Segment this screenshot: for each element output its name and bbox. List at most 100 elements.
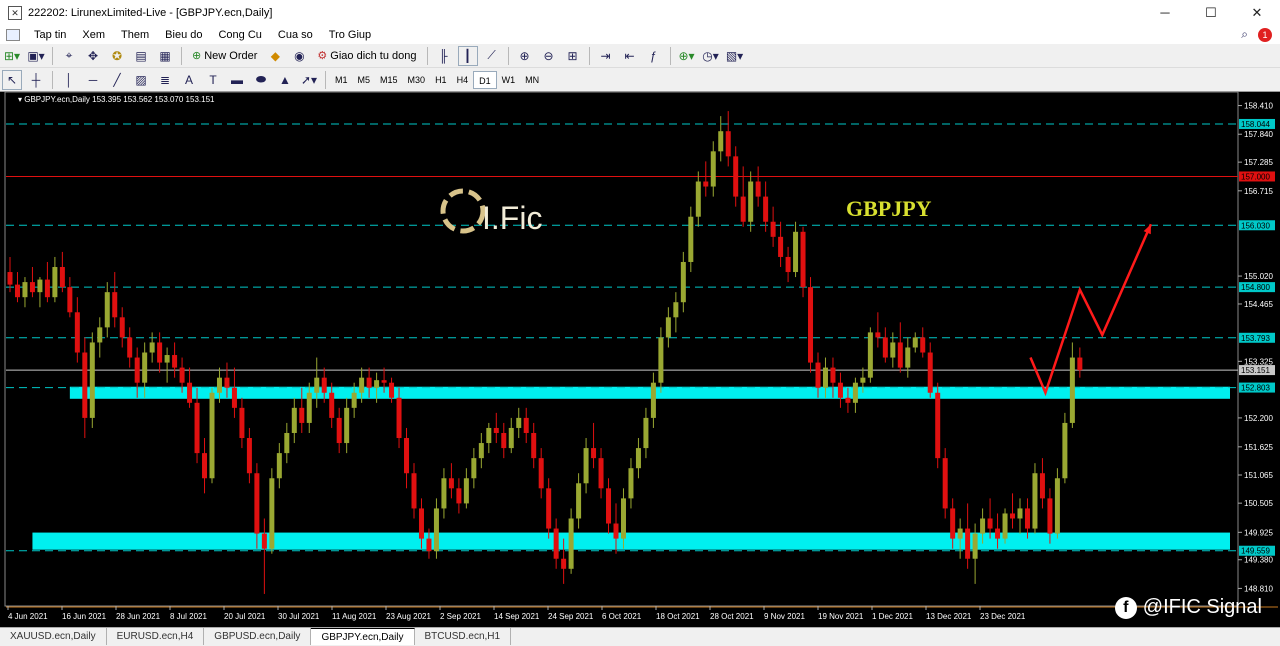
tab-gbpusd[interactable]: GBPUSD.ecn,Daily [204, 628, 312, 645]
candle-body [606, 488, 612, 524]
bar-chart-icon[interactable]: ╟ [434, 46, 454, 66]
price-tick-label: 151.625 [1244, 443, 1273, 452]
menu-insert[interactable]: Them [113, 29, 157, 41]
date-tick-label: 2 Sep 2021 [440, 612, 481, 621]
candle-body [284, 432, 290, 454]
candle-body [523, 417, 529, 433]
maximize-icon[interactable]: ☐ [1188, 0, 1234, 26]
candle-body [389, 382, 395, 398]
cursor-icon[interactable]: ↖ [2, 69, 22, 90]
menu-help[interactable]: Tro Giup [321, 29, 379, 41]
strategy-tester-icon[interactable]: ▦ [155, 46, 175, 66]
chart-shift-icon[interactable]: ⇤ [620, 46, 640, 66]
menu-view[interactable]: Xem [74, 29, 113, 41]
candle-body [650, 382, 656, 418]
rectangle-icon[interactable]: ▬ [227, 70, 247, 90]
zoom-out-icon[interactable]: ⊖ [539, 46, 559, 66]
candle-body [52, 267, 58, 298]
data-window-icon[interactable]: ✥ [83, 46, 103, 66]
candle-body [822, 367, 828, 388]
templates-icon[interactable]: ▧▾ [725, 46, 745, 66]
candle-body [927, 352, 933, 393]
menu-charts[interactable]: Bieu do [157, 29, 210, 41]
minimize-icon[interactable]: ─ [1142, 0, 1188, 26]
price-tick-label: 151.065 [1244, 471, 1273, 480]
timeframe-h1[interactable]: H1 [430, 71, 452, 89]
candle-body [157, 342, 163, 363]
notification-badge[interactable]: 1 [1258, 27, 1272, 42]
candle-body [643, 417, 649, 449]
signals-icon[interactable]: ◉ [289, 46, 309, 66]
new-chart-icon[interactable]: ⊞▾ [2, 46, 22, 66]
toolbar-separator [426, 46, 428, 65]
chart-window-icon[interactable] [6, 29, 20, 41]
candle-body [37, 279, 43, 293]
candle-body [59, 267, 65, 288]
timeframe-mn[interactable]: MN [520, 71, 544, 89]
toolbar-separator [52, 70, 53, 89]
zoom-in-icon[interactable]: ⊕ [515, 46, 535, 66]
periods-icon[interactable]: ◷▾ [701, 46, 721, 66]
ific-logo: I.Fic [440, 188, 542, 236]
price-level-label: 153.793 [1241, 334, 1270, 343]
chart-window[interactable]: 158.044 157.000 156.030 154.800 153.793 153.1… [0, 91, 1280, 627]
channel-icon[interactable]: ▨ [131, 70, 151, 90]
tab-gbpjpy[interactable]: GBPJPY.ecn,Daily [311, 628, 415, 645]
metaeditor-icon[interactable]: ◆ [265, 46, 285, 66]
market-watch-icon[interactable]: ⌖ [59, 46, 79, 66]
candle-body [1054, 478, 1060, 534]
auto-scroll-icon[interactable]: ⇥ [596, 46, 616, 66]
tile-windows-icon[interactable]: ⊞ [563, 46, 583, 66]
search-icon[interactable]: ⌕ [1241, 27, 1248, 42]
tab-xauusd[interactable]: XAUUSD.ecn,Daily [0, 628, 107, 645]
date-tick-label: 28 Jun 2021 [116, 612, 161, 621]
timeframe-m1[interactable]: M1 [330, 71, 353, 89]
fibonacci-icon[interactable]: ≣ [155, 70, 175, 90]
text-icon[interactable]: A [179, 70, 199, 90]
navigator-icon[interactable]: ✪ [107, 46, 127, 66]
price-tick-label: 158.410 [1244, 102, 1273, 111]
candle-body [202, 453, 208, 479]
menu-tools[interactable]: Cong Cu [210, 29, 269, 41]
add-indicator-icon[interactable]: ⊕▾ [677, 46, 697, 66]
indicators-icon[interactable]: ƒ [644, 46, 664, 66]
auto-trading-button[interactable]: ⚙ Giao dich tu dong [313, 46, 420, 66]
candle-body [493, 427, 499, 433]
arrows-icon[interactable]: ➚▾ [299, 70, 319, 90]
text-label-icon[interactable]: T [203, 70, 223, 90]
candle-body [463, 478, 469, 504]
timeframe-m5[interactable]: M5 [353, 71, 376, 89]
price-chart[interactable]: 158.044 157.000 156.030 154.800 153.793 153.1… [0, 92, 1280, 628]
facebook-icon: f [1114, 596, 1137, 619]
tab-btcusd[interactable]: BTCUSD.ecn,H1 [415, 628, 512, 645]
ellipse-icon[interactable]: ⬬ [251, 70, 271, 90]
triangle-icon[interactable]: ▲ [275, 70, 295, 90]
menu-file[interactable]: Tap tin [26, 29, 74, 41]
menu-window[interactable]: Cua so [270, 29, 321, 41]
candle-body [635, 448, 641, 469]
close-icon[interactable]: ✕ [1234, 0, 1280, 26]
horizontal-line-icon[interactable]: ─ [83, 70, 103, 90]
timeframe-d1[interactable]: D1 [473, 70, 497, 89]
profiles-icon[interactable]: ▣▾ [26, 46, 46, 66]
new-order-button[interactable]: ⊕ New Order [188, 46, 261, 66]
terminal-icon[interactable]: ▤ [131, 46, 151, 66]
crosshair-icon[interactable]: ┼ [26, 70, 46, 90]
candle-body [478, 443, 484, 459]
candle-body [680, 261, 686, 303]
price-tick-label: 155.020 [1244, 272, 1273, 281]
tab-eurusd[interactable]: EURUSD.ecn,H4 [107, 628, 205, 645]
trendline-icon[interactable]: ╱ [107, 70, 127, 90]
candle-body [875, 332, 881, 338]
timeframe-h4[interactable]: H4 [452, 71, 474, 89]
candle-body [74, 312, 80, 353]
candlestick-icon[interactable]: ┃ [457, 45, 478, 66]
timeframe-w1[interactable]: W1 [497, 71, 521, 89]
vertical-line-icon[interactable]: │ [59, 70, 79, 90]
candle-body [628, 468, 634, 499]
candle-body [1069, 357, 1075, 423]
timeframe-m30[interactable]: M30 [403, 71, 431, 89]
line-chart-icon[interactable]: ⟋ [482, 46, 502, 66]
timeframe-m15[interactable]: M15 [375, 71, 403, 89]
candle-body [710, 151, 716, 187]
